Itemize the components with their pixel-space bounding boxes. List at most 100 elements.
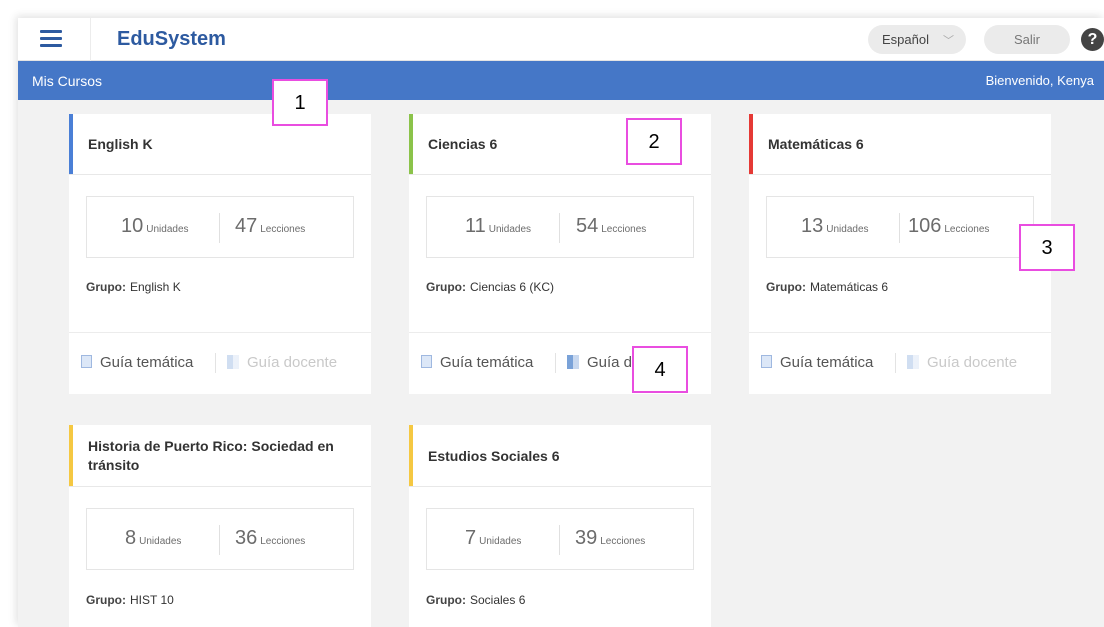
course-title[interactable]: Ciencias 6 — [428, 135, 497, 154]
course-card-matematicas-6[interactable]: Matemáticas 6 13 Unidades 106 Lecciones Gr… — [749, 114, 1051, 394]
course-card-header: Historia de Puerto Rico: Sociedad en trá… — [69, 425, 371, 487]
course-card-english-k[interactable]: English K 10 Unidades 47 Lecciones Grupo: E… — [69, 114, 371, 394]
course-card-footer: Guía temática Guía docente — [749, 332, 1051, 392]
help-icon[interactable]: ? — [1081, 28, 1104, 51]
units-stat: 8 Unidades — [125, 527, 181, 550]
annotation-marker-3: 3 — [1019, 224, 1075, 271]
group-label: Grupo: — [426, 593, 466, 607]
divider — [219, 525, 220, 555]
lessons-label: Lecciones — [601, 224, 647, 235]
course-stats: 7 Unidades 39 Lecciones — [426, 508, 694, 570]
divider — [219, 213, 220, 243]
group-value: Ciencias 6 (KC) — [470, 280, 555, 294]
units-label: Unidades — [488, 224, 532, 235]
units-stat: 11 Unidades — [465, 215, 531, 238]
lessons-count: 36 — [235, 527, 258, 549]
logout-button[interactable]: Salir — [984, 25, 1070, 54]
divider — [899, 213, 900, 243]
course-group: Grupo: HIST 10 — [86, 593, 174, 607]
divider — [215, 353, 216, 373]
app-window: EduSystem Español ﹀ Salir ? Mis Cursos B… — [18, 18, 1104, 627]
annotation-marker-4: 4 — [632, 346, 688, 393]
annotation-marker-1: 1 — [272, 79, 328, 126]
topic-guide-label: Guía temática — [100, 354, 194, 371]
group-value: Matemáticas 6 — [810, 280, 889, 294]
topic-guide-label: Guía temática — [780, 354, 874, 371]
course-card-historia-pr[interactable]: Historia de Puerto Rico: Sociedad en trá… — [69, 425, 371, 627]
language-value: Español — [882, 32, 929, 47]
page-title: Mis Cursos — [32, 73, 103, 89]
lessons-count: 106 — [908, 215, 942, 237]
course-title[interactable]: English K — [88, 135, 153, 154]
course-group: Grupo: Matemáticas 6 — [766, 280, 888, 294]
document-icon — [81, 355, 92, 368]
units-label: Unidades — [479, 536, 522, 547]
course-accent — [749, 114, 753, 174]
topic-guide-link[interactable]: Guía temática — [761, 354, 873, 371]
units-stat: 7 Unidades — [465, 527, 521, 550]
course-accent — [69, 425, 73, 486]
course-stats: 13 Unidades 106 Lecciones — [766, 196, 1034, 258]
document-icon — [421, 355, 432, 368]
course-accent — [409, 114, 413, 174]
course-accent — [409, 425, 413, 486]
course-group: Grupo: English K — [86, 280, 181, 294]
units-count: 7 — [465, 527, 477, 549]
lessons-stat: 54 Lecciones — [576, 215, 646, 238]
course-stats: 11 Unidades 54 Lecciones — [426, 196, 694, 258]
menu-icon[interactable] — [40, 30, 62, 48]
units-stat: 10 Unidades — [121, 215, 189, 238]
units-count: 8 — [125, 527, 137, 549]
course-title[interactable]: Matemáticas 6 — [768, 135, 864, 154]
topic-guide-link[interactable]: Guía temática — [81, 354, 193, 371]
chevron-down-icon: ﹀ — [943, 35, 954, 47]
course-card-estudios-sociales-6[interactable]: Estudios Sociales 6 7 Unidades 39 Leccione… — [409, 425, 711, 627]
divider — [895, 353, 896, 373]
page-title-bar: Mis Cursos Bienvenido, Kenya — [18, 61, 1104, 100]
course-group: Grupo: Ciencias 6 (KC) — [426, 280, 554, 294]
divider — [559, 525, 560, 555]
group-value: Sociales 6 — [470, 593, 526, 607]
language-select[interactable]: Español ﹀ — [868, 25, 966, 54]
brand-logo: EduSystem — [117, 28, 226, 50]
course-title[interactable]: Historia de Puerto Rico: Sociedad en trá… — [88, 437, 363, 475]
lessons-stat: 106 Lecciones — [908, 215, 989, 238]
units-count: 10 — [121, 215, 144, 237]
units-label: Unidades — [139, 536, 182, 547]
book-icon — [227, 355, 239, 369]
units-stat: 13 Unidades — [801, 215, 869, 238]
units-count: 13 — [801, 215, 824, 237]
course-card-header: Estudios Sociales 6 — [409, 425, 711, 487]
group-label: Grupo: — [86, 593, 126, 607]
welcome-text: Bienvenido, Kenya — [985, 73, 1094, 88]
lessons-label: Lecciones — [260, 536, 306, 547]
lessons-label: Lecciones — [944, 224, 990, 235]
lessons-stat: 47 Lecciones — [235, 215, 305, 238]
lessons-label: Lecciones — [600, 536, 646, 547]
topic-guide-link[interactable]: Guía temática — [421, 354, 533, 371]
teacher-guide-label: Guía docente — [927, 354, 1018, 371]
lessons-count: 39 — [575, 527, 598, 549]
teacher-guide-link[interactable]: Guía docente — [907, 354, 1017, 371]
course-group: Grupo: Sociales 6 — [426, 593, 525, 607]
group-value: English K — [130, 280, 181, 294]
group-label: Grupo: — [426, 280, 466, 294]
document-icon — [761, 355, 772, 368]
lessons-label: Lecciones — [260, 224, 306, 235]
topic-guide-label: Guía temática — [440, 354, 534, 371]
book-icon — [567, 355, 579, 369]
units-count: 11 — [465, 215, 486, 237]
teacher-guide-link[interactable]: Guía docente — [227, 354, 337, 371]
units-label: Unidades — [826, 224, 869, 235]
group-label: Grupo: — [766, 280, 806, 294]
lessons-count: 54 — [576, 215, 599, 237]
course-stats: 8 Unidades 36 Lecciones — [86, 508, 354, 570]
group-value: HIST 10 — [130, 593, 174, 607]
course-card-header: Matemáticas 6 — [749, 114, 1051, 175]
lessons-count: 47 — [235, 215, 258, 237]
course-title[interactable]: Estudios Sociales 6 — [428, 447, 703, 466]
book-icon — [907, 355, 919, 369]
lessons-stat: 39 Lecciones — [575, 527, 645, 550]
course-card-footer: Guía temática Guía docente — [69, 332, 371, 392]
divider — [555, 353, 556, 373]
